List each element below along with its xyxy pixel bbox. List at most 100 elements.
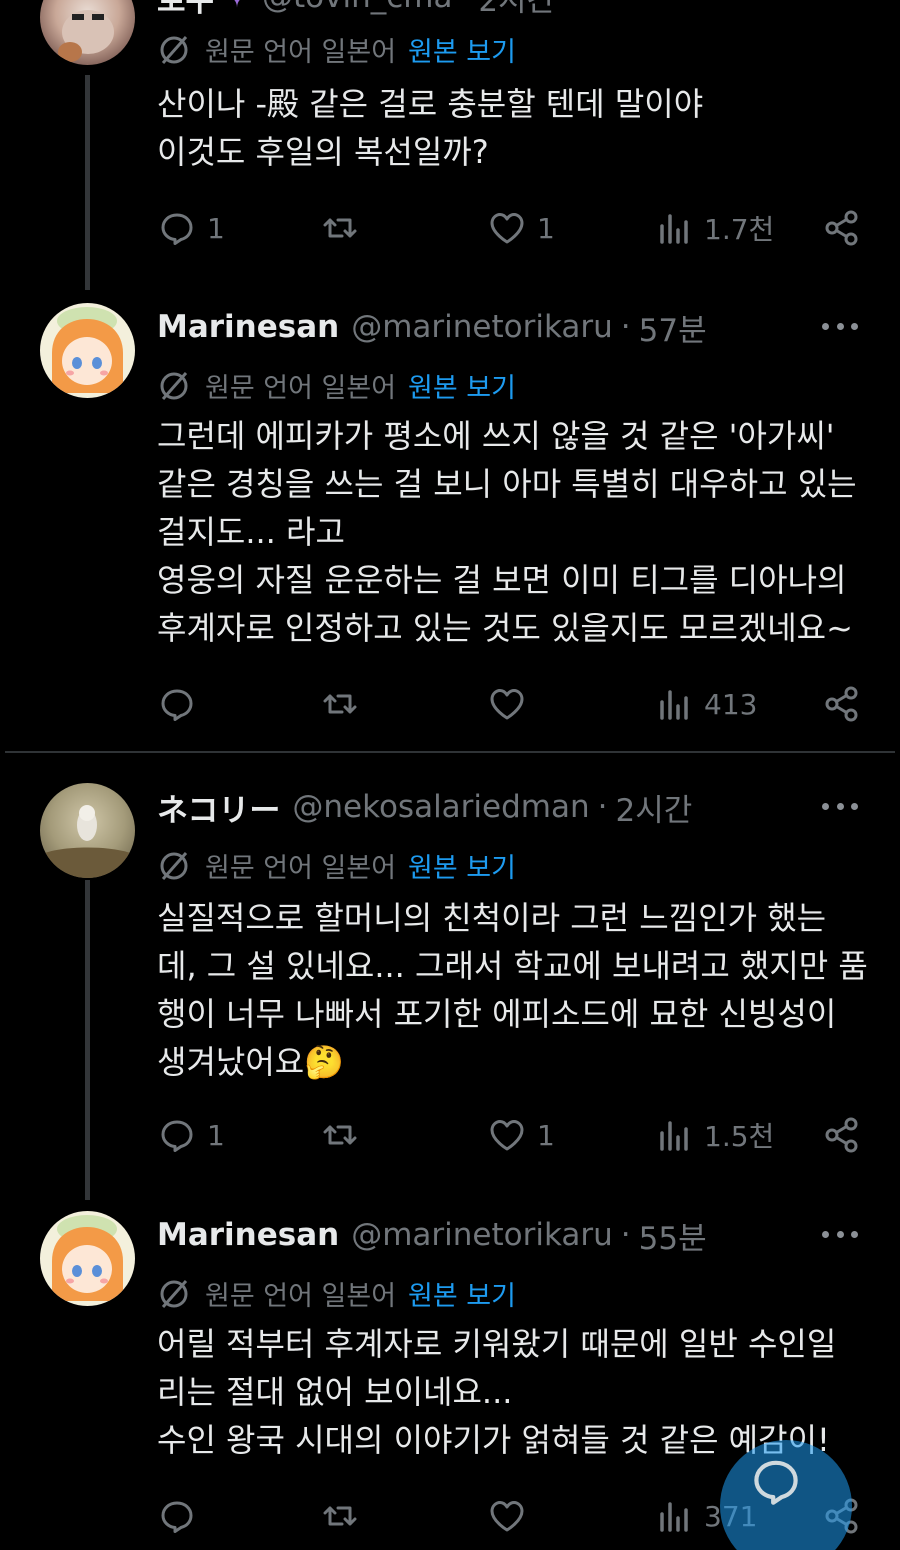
repost-icon: [323, 1506, 357, 1526]
translation-bar: 원문 언어 일본어 원본 보기: [157, 30, 516, 69]
translation-source-label: 원문 언어 일본어: [205, 1281, 397, 1312]
view-original-link[interactable]: 원본 보기: [408, 30, 516, 69]
display-name[interactable]: ネコリー: [157, 785, 280, 830]
like-button[interactable]: [487, 1494, 537, 1538]
display-name[interactable]: Marinesan: [157, 309, 339, 345]
separator-dot: ·: [620, 1217, 631, 1253]
thread-line: [85, 75, 90, 290]
view-original-link[interactable]: 원본 보기: [408, 1274, 516, 1313]
post-time[interactable]: 2시간: [616, 785, 693, 830]
post-time[interactable]: 57분: [639, 305, 707, 350]
post-actions: 1 1 1.5천: [157, 1113, 862, 1157]
avatar[interactable]: [40, 783, 135, 878]
avatar[interactable]: [40, 0, 135, 65]
user-handle[interactable]: @marinetorikaru: [351, 1217, 613, 1253]
post-text-line: 이것도 후일의 복선일까?: [157, 133, 489, 171]
thread-divider: [5, 751, 895, 753]
post-text-line: 어릴 적부터 후계자로 키워왔기 때문에 일반 수인일: [157, 1325, 837, 1363]
translation-source-label: 원문 언어 일본어: [205, 853, 397, 884]
separator-dot: ·: [597, 789, 608, 825]
post-actions: 413: [157, 682, 862, 726]
heart-icon: [490, 689, 524, 720]
share-button[interactable]: [822, 682, 862, 726]
repost-button[interactable]: [320, 1494, 360, 1538]
post-text-line: 리는 절대 없어 보이네요...: [157, 1373, 513, 1411]
post-actions: 1 1 1.7천: [157, 206, 862, 250]
translation-bar: 원문 언어 일본어 원본 보기: [157, 366, 516, 405]
translation-bar: 원문 언어 일본어 원본 보기: [157, 846, 516, 885]
reply-icon: [754, 1460, 798, 1505]
reply-icon: [161, 1501, 193, 1533]
view-original-link[interactable]: 원본 보기: [408, 366, 516, 405]
post-text: 그런데 에피카가 평소에 쓰지 않을 것 같은 '아가씨' 같은 경칭을 쓰는 …: [157, 412, 867, 652]
post-text-line: 행이 너무 나빠서 포기한 에피소드에 묘한 신빙성이: [157, 995, 837, 1033]
avatar[interactable]: [40, 303, 135, 398]
post-text-line: 후계자로 인정하고 있는 것도 있을지도 모르겠네요~: [157, 609, 853, 647]
translation-source-label: 원문 언어 일본어: [205, 373, 397, 404]
reply-count: 1: [207, 1118, 225, 1152]
views-button[interactable]: 413: [654, 682, 757, 726]
view-count: 1.7천: [704, 213, 775, 246]
repost-button[interactable]: [320, 206, 360, 250]
repost-icon: [323, 218, 357, 238]
repost-icon: [323, 694, 357, 714]
post-text-line: 생겨났어요🤔: [157, 1043, 345, 1081]
share-icon: [825, 686, 858, 722]
views-icon: [660, 1121, 688, 1151]
more-options-button[interactable]: [822, 316, 858, 336]
post-text-line: 그런데 에피카가 평소에 쓰지 않을 것 같은 '아가씨': [157, 417, 835, 455]
reply-icon: [161, 213, 193, 245]
post-text: 산이나 -殿 같은 걸로 충분할 텐데 말이야 이것도 후일의 복선일까?: [157, 80, 867, 176]
heart-icon: [490, 1120, 524, 1151]
translation-source-label: 원문 언어 일본어: [205, 37, 397, 68]
post-time[interactable]: 2시간: [478, 0, 555, 20]
post[interactable]: Marinesan @marinetorikaru · 57분 원문 언어 일본…: [0, 302, 900, 742]
reply-button[interactable]: 1: [157, 206, 225, 250]
like-button[interactable]: 1: [487, 1113, 555, 1157]
like-button[interactable]: [487, 682, 537, 726]
repost-icon: [323, 1125, 357, 1145]
heart-icon: [490, 213, 524, 244]
reply-icon: [161, 689, 193, 721]
more-options-button[interactable]: [822, 796, 858, 816]
emoji-badges: ✦: [224, 0, 250, 15]
views-icon: [660, 1502, 688, 1532]
share-button[interactable]: [822, 206, 862, 250]
views-button[interactable]: 1.7천: [654, 206, 774, 250]
post-time[interactable]: 55분: [639, 1213, 707, 1258]
repost-button[interactable]: [320, 682, 360, 726]
post[interactable]: ネコリー @nekosalariedman · 2시간 원문 언어 일본어 원본…: [0, 782, 900, 1202]
separator-dot: ·: [620, 309, 631, 345]
share-icon: [825, 1117, 858, 1153]
reply-button[interactable]: [157, 1494, 207, 1538]
like-button[interactable]: 1: [487, 206, 555, 250]
reply-button[interactable]: 1: [157, 1113, 225, 1157]
views-icon: [660, 214, 688, 244]
post-text: 어릴 적부터 후계자로 키워왔기 때문에 일반 수인일 리는 절대 없어 보이네…: [157, 1320, 867, 1464]
share-button[interactable]: [822, 1113, 862, 1157]
user-handle[interactable]: @nekosalariedman: [292, 789, 589, 825]
translate-icon: [160, 851, 188, 880]
post-header: 로쿠 ✦ @tovin_cma · 2시간: [157, 0, 555, 22]
repost-button[interactable]: [320, 1113, 360, 1157]
user-handle[interactable]: @tovin_cma: [262, 0, 452, 15]
reply-button[interactable]: [157, 682, 207, 726]
like-count: 1: [537, 1118, 555, 1152]
thread-line: [85, 880, 90, 1200]
view-count: 413: [704, 687, 758, 721]
views-button[interactable]: 1.5천: [654, 1113, 774, 1157]
post-text-line: 실질적으로 할머니의 친척이라 그런 느낌인가 했는: [157, 899, 827, 937]
view-original-link[interactable]: 원본 보기: [408, 846, 516, 885]
separator-dot: ·: [461, 0, 471, 15]
post[interactable]: 로쿠 ✦ @tovin_cma · 2시간 원문 언어 일본어 원본 보기 산이…: [0, 0, 900, 300]
post-text-line: 걸지도... 라고: [157, 513, 345, 551]
display-name[interactable]: 로쿠: [157, 0, 214, 20]
views-icon: [660, 690, 688, 720]
avatar[interactable]: [40, 1211, 135, 1306]
reply-count: 1: [207, 211, 225, 245]
more-options-button[interactable]: [822, 1224, 858, 1244]
display-name[interactable]: Marinesan: [157, 1217, 339, 1253]
user-handle[interactable]: @marinetorikaru: [351, 309, 613, 345]
post-text-line: 데, 그 설 있네요... 그래서 학교에 보내려고 했지만 품: [157, 947, 868, 985]
translation-bar: 원문 언어 일본어 원본 보기: [157, 1274, 516, 1313]
